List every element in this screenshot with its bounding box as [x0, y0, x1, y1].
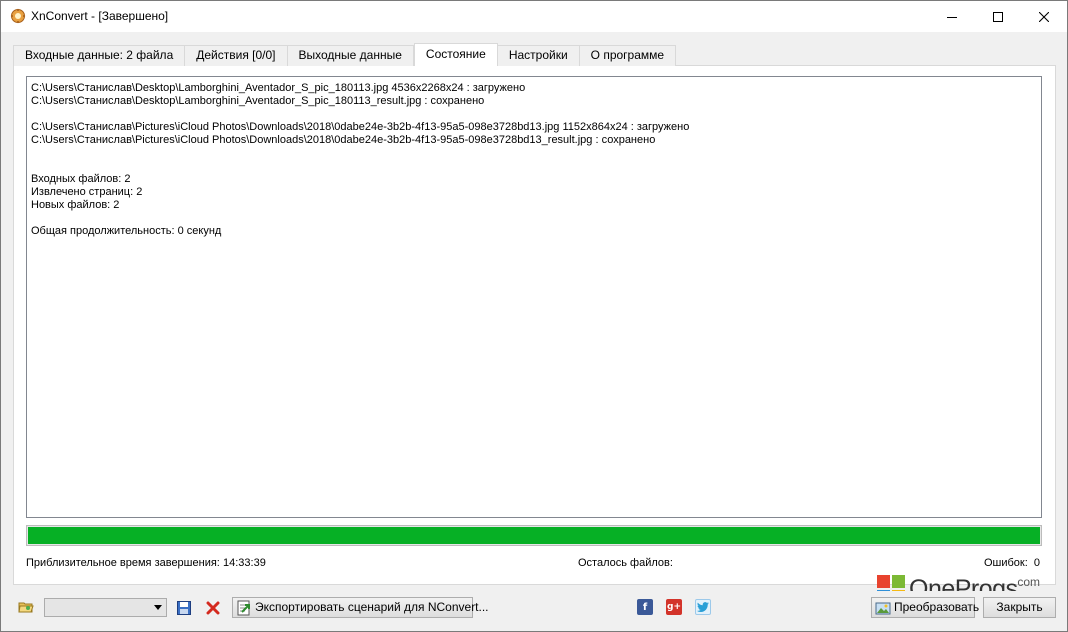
- red-x-delete-icon: [206, 601, 220, 615]
- tab-input[interactable]: Входные данные: 2 файла: [13, 45, 186, 66]
- maximize-button[interactable]: [975, 1, 1021, 32]
- log-line: Новых файлов: 2: [31, 199, 120, 211]
- twitter-share-button[interactable]: [695, 599, 711, 615]
- progress-bar-fill: [28, 527, 1040, 544]
- log-line: C:\Users\Станислав\Pictures\iCloud Photo…: [31, 121, 690, 133]
- convert-button-label: Преобразовать: [894, 600, 980, 614]
- save-preset-button[interactable]: [175, 599, 193, 617]
- eta-label: Приблизительное время завершения:: [26, 557, 220, 569]
- close-window-button[interactable]: [1021, 1, 1067, 32]
- close-icon: [1039, 11, 1049, 22]
- google-plus-share-button[interactable]: g+: [666, 599, 682, 615]
- minimize-button[interactable]: [929, 1, 975, 32]
- errors-value: 0: [1033, 557, 1040, 569]
- status-log[interactable]: C:\Users\Станислав\Desktop\Lamborghini_A…: [26, 76, 1042, 518]
- tab-actions[interactable]: Действия [0/0]: [185, 45, 288, 66]
- xnconvert-logo-icon: [10, 8, 26, 24]
- log-line: C:\Users\Станислав\Pictures\iCloud Photo…: [31, 134, 656, 146]
- progress-bar: [26, 525, 1042, 546]
- facebook-icon: f: [642, 601, 648, 613]
- log-line: Входных файлов: 2: [31, 173, 131, 185]
- log-line: Извлечено страниц: 2: [31, 186, 143, 198]
- errors-indicator: Ошибок: 0: [984, 557, 1040, 569]
- log-line: C:\Users\Станислав\Desktop\Lamborghini_A…: [31, 95, 485, 107]
- log-line: C:\Users\Станислав\Desktop\Lamborghini_A…: [31, 82, 526, 94]
- window-title: XnConvert - [Завершено]: [31, 9, 169, 23]
- twitter-bird-icon: [697, 602, 709, 612]
- app-window: XnConvert - [Завершено] Входные данные: …: [0, 0, 1068, 632]
- close-button[interactable]: Закрыть: [983, 597, 1056, 618]
- floppy-save-icon: [177, 601, 191, 615]
- close-button-label: Закрыть: [996, 600, 1043, 614]
- export-script-icon: [237, 600, 250, 615]
- tab-status[interactable]: Состояние: [413, 43, 498, 66]
- tab-output[interactable]: Выходные данные: [287, 45, 414, 66]
- tab-about[interactable]: О программе: [579, 45, 677, 66]
- title-bar: XnConvert - [Завершено]: [1, 1, 1067, 32]
- delete-preset-button[interactable]: [204, 599, 222, 617]
- open-folder-button[interactable]: [17, 598, 35, 616]
- watermark-tld: .com: [1014, 575, 1041, 589]
- minimize-icon: [947, 16, 957, 18]
- maximize-icon: [993, 11, 1003, 22]
- tab-bar: Входные данные: 2 файла Действия [0/0] В…: [13, 43, 677, 66]
- facebook-share-button[interactable]: f: [637, 599, 653, 615]
- export-button-label: Экспортировать сценарий для NConvert...: [255, 600, 489, 614]
- convert-button[interactable]: Преобразовать: [871, 597, 979, 618]
- tab-settings[interactable]: Настройки: [497, 45, 580, 66]
- google-plus-icon: g+: [667, 602, 681, 612]
- errors-label: Ошибок:: [983, 557, 1028, 569]
- folder-open-icon: [18, 602, 34, 613]
- log-line: Общая продолжительность: 0 секунд: [31, 225, 222, 237]
- export-nconvert-script-button[interactable]: Экспортировать сценарий для NConvert...: [232, 597, 489, 618]
- preset-dropdown[interactable]: [44, 598, 167, 617]
- eta-value: 14:33:39: [223, 557, 266, 569]
- chevron-down-icon: [154, 605, 162, 610]
- convert-image-icon: [875, 602, 891, 614]
- remaining-files-label: Осталось файлов:: [578, 557, 673, 569]
